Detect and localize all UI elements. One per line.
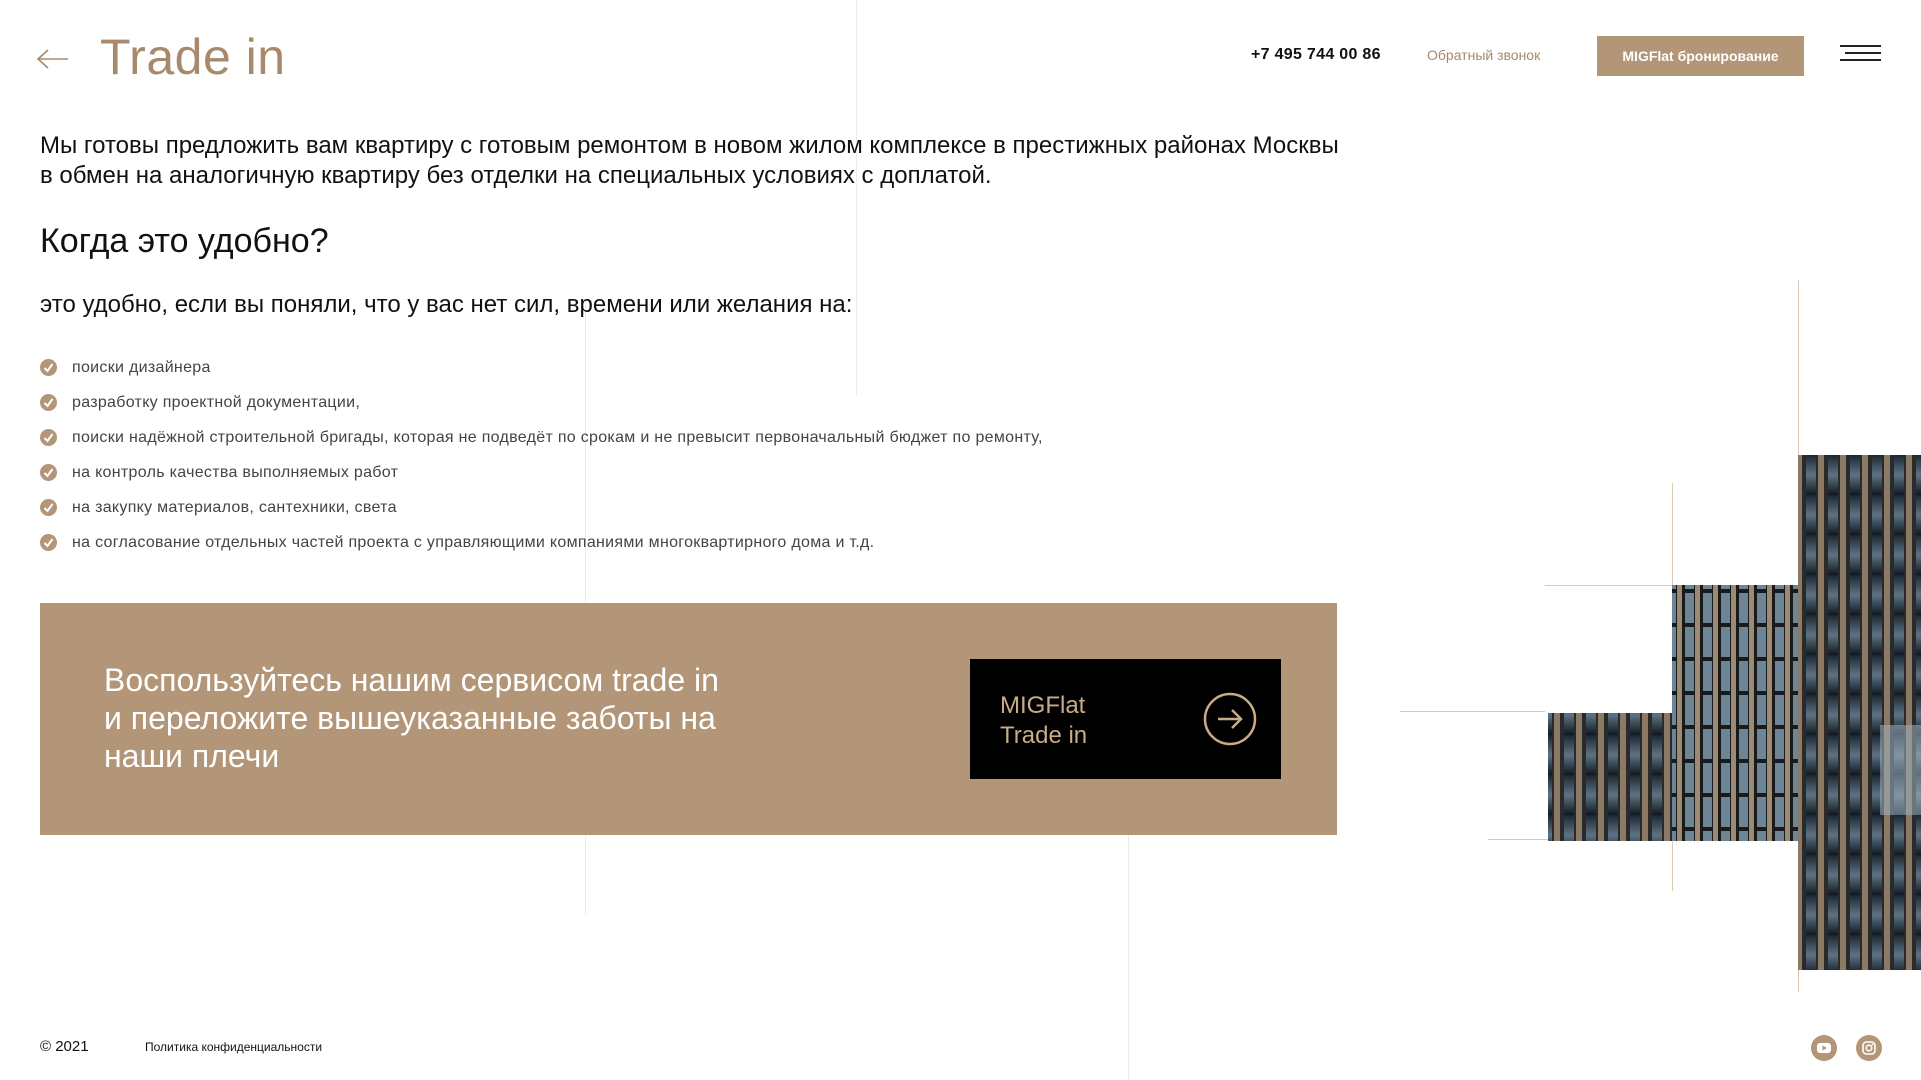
list-item-text: поиски надёжной строительной бригады, ко…: [72, 428, 1043, 446]
page-title: Trade in: [100, 29, 286, 85]
list-item-text: на согласование отдельных частей проекта…: [72, 533, 875, 551]
menu-line: [1840, 45, 1881, 47]
trade-in-button-label: MIGFlat Trade in: [1000, 692, 1088, 749]
list-item-text: на закупку материалов, сантехники, света: [72, 498, 397, 516]
check-icon: [40, 394, 57, 411]
instagram-icon[interactable]: [1856, 1035, 1882, 1061]
list-item: на согласование отдельных частей проекта…: [40, 525, 1043, 560]
check-icon: [40, 464, 57, 481]
benefits-list: поиски дизайнера разработку проектной до…: [40, 350, 1043, 560]
menu-line: [1840, 59, 1881, 61]
arrow-right-circle-icon: [1203, 692, 1257, 746]
menu-line: [1845, 52, 1881, 54]
list-item: на закупку материалов, сантехники, света: [40, 490, 1043, 525]
section-subheading: это удобно, если вы поняли, что у вас не…: [40, 291, 853, 318]
back-arrow-icon[interactable]: [36, 44, 70, 74]
grid-line: [1400, 711, 1545, 712]
check-icon: [40, 499, 57, 516]
phone-link[interactable]: +7 495 744 00 86: [1251, 46, 1381, 64]
list-item: разработку проектной документации,: [40, 385, 1043, 420]
copyright: © 2021: [40, 1038, 89, 1055]
check-icon: [40, 429, 57, 446]
list-item: на контроль качества выполняемых работ: [40, 455, 1043, 490]
booking-button[interactable]: MIGFlat бронирование: [1597, 36, 1804, 76]
grid-line: [1128, 835, 1129, 1080]
list-item: поиски дизайнера: [40, 350, 1043, 385]
promo-text: Воспользуйтесь нашим сервисом trade in и…: [104, 662, 719, 774]
list-item-text: на контроль качества выполняемых работ: [72, 463, 399, 481]
section-heading: Когда это удобно?: [40, 222, 329, 260]
trade-in-promo-banner: Воспользуйтесь нашим сервисом trade in и…: [40, 603, 1337, 835]
list-item: поиски надёжной строительной бригады, ко…: [40, 420, 1043, 455]
trade-in-button[interactable]: MIGFlat Trade in: [970, 659, 1281, 779]
hamburger-menu-icon[interactable]: [1840, 45, 1881, 67]
grid-line: [1488, 839, 1548, 840]
privacy-policy-link[interactable]: Политика конфиденциальности: [145, 1040, 322, 1054]
check-icon: [40, 359, 57, 376]
grid-line: [856, 0, 857, 395]
youtube-icon[interactable]: [1811, 1035, 1837, 1061]
check-icon: [40, 534, 57, 551]
building-facade-image: [1548, 455, 1921, 970]
intro-text: Мы готовы предложить вам квартиру с гото…: [40, 132, 1339, 189]
list-item-text: разработку проектной документации,: [72, 393, 361, 411]
list-item-text: поиски дизайнера: [72, 358, 211, 376]
callback-link[interactable]: Обратный звонок: [1427, 47, 1540, 63]
